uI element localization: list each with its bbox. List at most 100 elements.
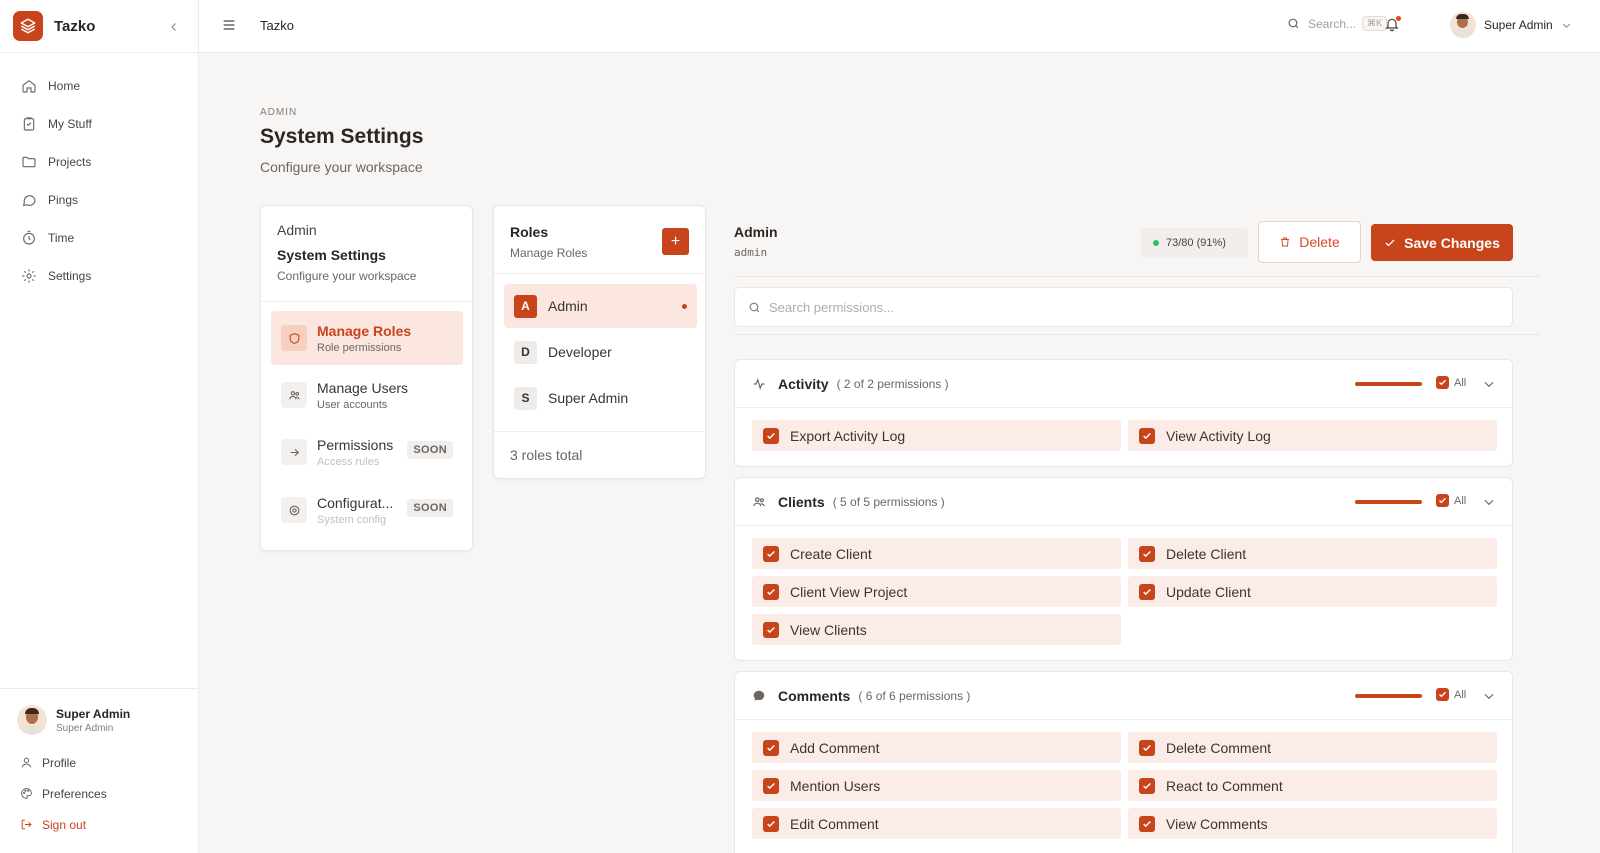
- checkbox-checked-icon: [763, 621, 779, 638]
- permission-item[interactable]: View Activity Log: [1128, 420, 1497, 451]
- topbar: Tazko Search... ⌘K Super Admin: [199, 0, 1600, 53]
- divider: [734, 276, 1541, 277]
- group-title: Comments: [778, 687, 851, 704]
- roles-total: 3 roles total: [494, 431, 705, 479]
- sidebar-nav: Home My Stuff Projects Pings Time Settin…: [0, 67, 198, 295]
- select-all-toggle[interactable]: All: [1436, 688, 1466, 701]
- gear-icon: [281, 497, 307, 523]
- settings-item-label: Permissions: [317, 436, 394, 453]
- permission-label: View Comments: [1166, 815, 1268, 832]
- home-icon: [22, 79, 36, 93]
- sign-out-link[interactable]: Sign out: [0, 809, 199, 840]
- checkbox-checked-icon: [763, 815, 779, 832]
- permission-item[interactable]: Mention Users: [752, 770, 1121, 801]
- sidebar-item-time[interactable]: Time: [0, 219, 198, 257]
- layers-logo-icon: [13, 11, 43, 41]
- select-all-label: All: [1454, 688, 1467, 701]
- permission-item[interactable]: React to Comment: [1128, 770, 1497, 801]
- select-all-label: All: [1454, 494, 1467, 507]
- chevron-down-icon: [1484, 693, 1494, 700]
- users-icon: [753, 496, 765, 506]
- sidebar-item-settings[interactable]: Settings: [0, 257, 198, 295]
- permission-item[interactable]: Export Activity Log: [752, 420, 1121, 451]
- permission-label: React to Comment: [1166, 777, 1283, 794]
- settings-item-configuration[interactable]: Configurat... System config SOON: [271, 483, 463, 537]
- permission-search-field[interactable]: [734, 287, 1513, 327]
- soon-badge: SOON: [407, 441, 453, 459]
- select-all-label: All: [1454, 376, 1467, 389]
- permission-count: 73/80 (91%): [1166, 237, 1226, 249]
- delete-label: Delete: [1299, 234, 1340, 250]
- sidebar: Tazko Home My Stuff Projects Pings Time …: [0, 0, 199, 853]
- add-role-button[interactable]: +: [662, 228, 689, 255]
- roles-card: Roles Manage Roles + A Admin D Developer…: [493, 205, 706, 479]
- role-item-admin[interactable]: A Admin: [504, 284, 697, 328]
- permission-item[interactable]: Create Client: [752, 538, 1121, 569]
- permission-label: Edit Comment: [790, 815, 879, 832]
- role-item-developer[interactable]: D Developer: [504, 330, 697, 374]
- collapse-group-button[interactable]: [1482, 495, 1496, 512]
- menu-toggle-button[interactable]: [221, 17, 237, 36]
- permission-item[interactable]: Update Client: [1128, 576, 1497, 607]
- save-changes-button[interactable]: Save Changes: [1371, 224, 1513, 261]
- permission-item[interactable]: Delete Client: [1128, 538, 1497, 569]
- group-count: ( 5 of 5 permissions ): [832, 494, 945, 509]
- chevron-down-icon: [1562, 23, 1570, 28]
- permission-search-input[interactable]: [769, 299, 1469, 315]
- select-all-toggle[interactable]: All: [1436, 494, 1466, 507]
- settings-menu-card: Admin System Settings Configure your wor…: [260, 205, 473, 551]
- sign-out-icon: [21, 819, 32, 830]
- checkbox-checked-icon: [1139, 427, 1155, 444]
- chevron-down-icon: [1484, 499, 1494, 506]
- permission-count-badge: 73/80 (91%): [1141, 228, 1248, 258]
- role-initial: D: [514, 340, 537, 364]
- preferences-link[interactable]: Preferences: [0, 778, 199, 809]
- topbar-user-name: Super Admin: [1484, 18, 1553, 32]
- palette-icon: [21, 788, 32, 799]
- divider: [734, 334, 1541, 335]
- status-dot: [1153, 240, 1159, 246]
- role-initial: A: [514, 294, 537, 318]
- selected-dot: [682, 304, 687, 309]
- profile-link-label: Profile: [42, 755, 77, 770]
- sidebar-item-label: My Stuff: [48, 117, 92, 131]
- global-search[interactable]: Search... ⌘K: [1287, 16, 1388, 31]
- checkbox-checked-icon: [1436, 494, 1449, 507]
- page-eyebrow: ADMIN: [260, 107, 298, 118]
- sidebar-item-home[interactable]: Home: [0, 67, 198, 105]
- collapse-group-button[interactable]: [1482, 377, 1496, 394]
- gear-icon: [22, 269, 36, 283]
- sign-out-label: Sign out: [42, 817, 87, 832]
- settings-item-manage-users[interactable]: Manage Users User accounts: [271, 368, 463, 422]
- permission-item[interactable]: Delete Comment: [1128, 732, 1497, 763]
- select-all-toggle[interactable]: All: [1436, 376, 1466, 389]
- permission-group-clients: Clients ( 5 of 5 permissions ) All Creat…: [734, 477, 1513, 661]
- search-icon: [1288, 18, 1299, 29]
- chevron-left-icon: [171, 23, 176, 31]
- role-item-super-admin[interactable]: S Super Admin: [504, 376, 697, 420]
- permission-item[interactable]: View Comments: [1128, 808, 1497, 839]
- permission-label: Export Activity Log: [790, 427, 906, 444]
- hamburger-menu-icon: [223, 20, 235, 30]
- user-menu[interactable]: Super Admin: [1450, 12, 1572, 38]
- sidebar-item-projects[interactable]: Projects: [0, 143, 198, 181]
- permission-item[interactable]: Client View Project: [752, 576, 1121, 607]
- users-icon: [281, 382, 307, 408]
- settings-item-desc: Role permissions: [317, 341, 402, 354]
- settings-card-subtitle: Configure your workspace: [277, 269, 417, 283]
- checkbox-checked-icon: [1139, 545, 1155, 562]
- notifications-button[interactable]: [1384, 16, 1401, 35]
- profile-link[interactable]: Profile: [0, 747, 199, 778]
- collapse-group-button[interactable]: [1482, 689, 1496, 706]
- permission-item[interactable]: Add Comment: [752, 732, 1121, 763]
- collapse-sidebar-button[interactable]: [164, 17, 184, 37]
- sidebar-item-pings[interactable]: Pings: [0, 181, 198, 219]
- permission-item[interactable]: View Clients: [752, 614, 1121, 645]
- delete-role-button[interactable]: Delete: [1258, 221, 1361, 263]
- settings-item-manage-roles[interactable]: Manage Roles Role permissions: [271, 311, 463, 365]
- settings-item-label: Manage Roles: [317, 322, 412, 339]
- settings-item-permissions[interactable]: Permissions Access rules SOON: [271, 425, 463, 479]
- settings-item-desc: System config: [317, 513, 387, 526]
- permission-item[interactable]: Edit Comment: [752, 808, 1121, 839]
- sidebar-item-my-stuff[interactable]: My Stuff: [0, 105, 198, 143]
